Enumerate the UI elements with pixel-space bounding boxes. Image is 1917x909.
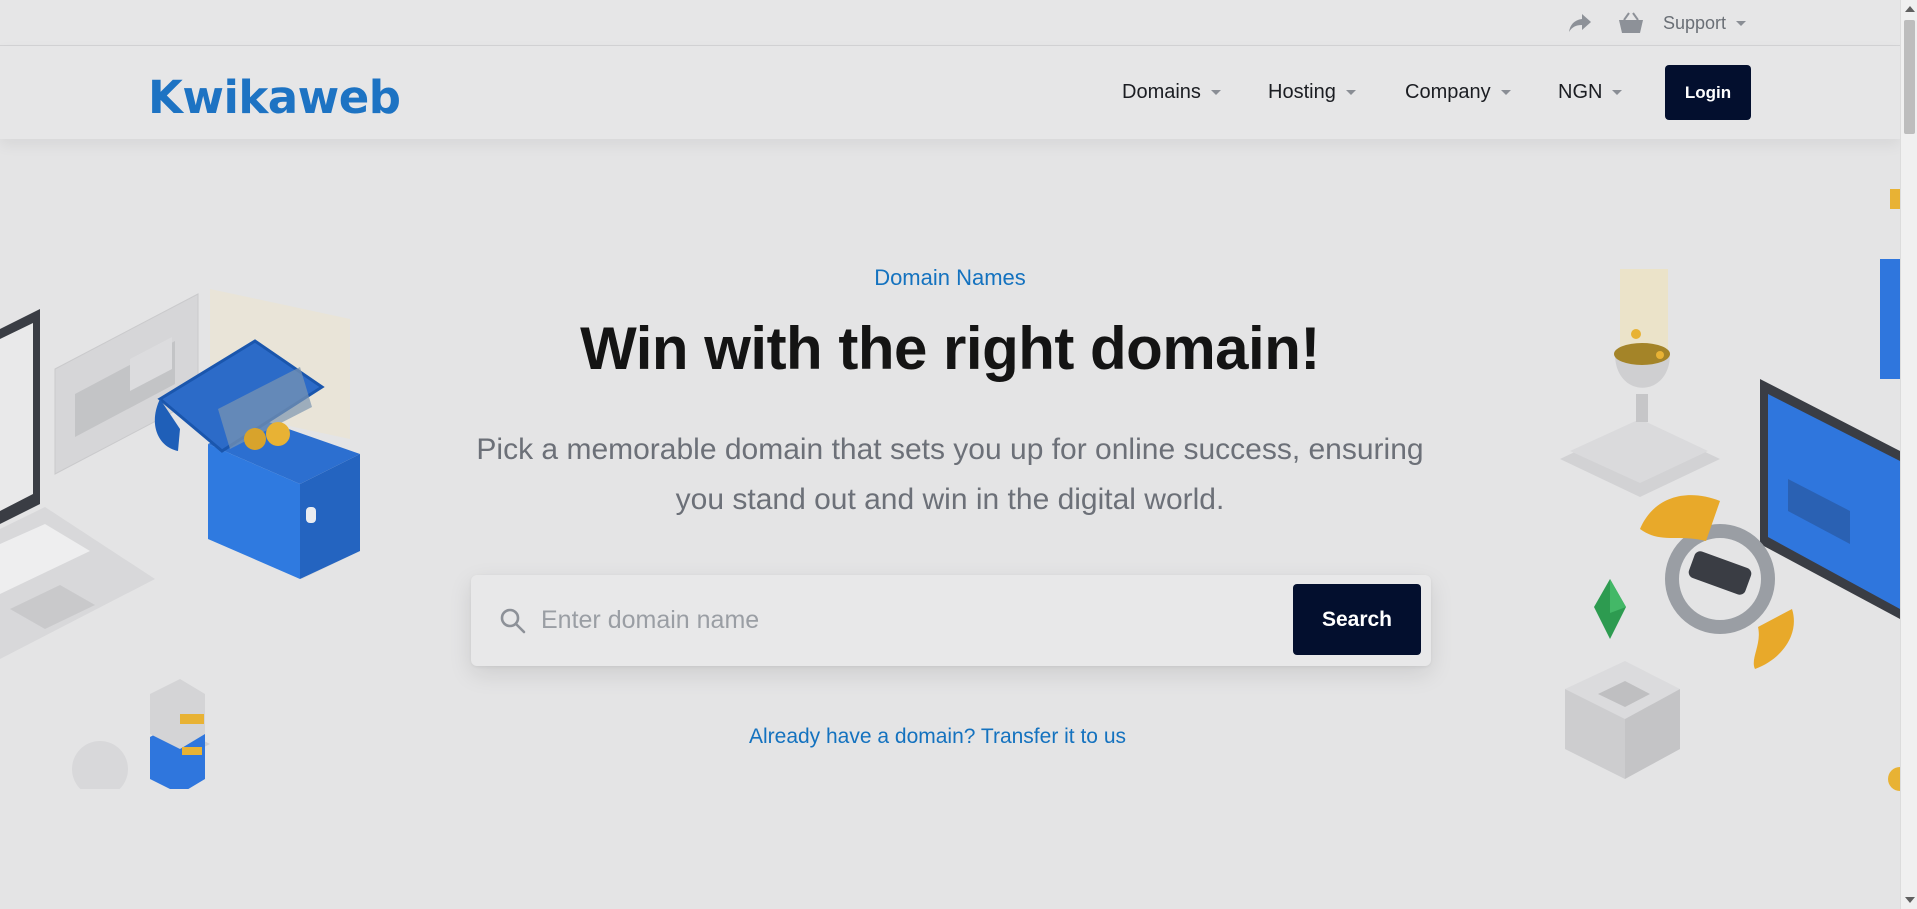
domain-search-box: Search	[471, 575, 1431, 666]
support-menu[interactable]: Support	[1663, 0, 1747, 46]
page-scrollbar[interactable]	[1900, 0, 1917, 909]
nav-company[interactable]: Company	[1405, 46, 1511, 139]
chevron-down-icon	[1736, 20, 1747, 26]
search-button[interactable]: Search	[1293, 584, 1421, 655]
nav-label: Hosting	[1268, 81, 1336, 103]
trophy-icon	[1560, 269, 1720, 497]
share-arrow-icon	[1569, 14, 1591, 32]
cart-button[interactable]	[1617, 0, 1645, 46]
chevron-down-icon	[1345, 90, 1356, 95]
nav-label: Domains	[1122, 81, 1201, 103]
logo[interactable]: Kwikaweb	[148, 64, 401, 124]
chevron-down-icon	[1612, 90, 1623, 95]
login-button[interactable]: Login	[1665, 65, 1751, 120]
cube-icon	[1565, 661, 1680, 779]
section-eyebrow: Domain Names	[874, 265, 1026, 290]
domain-search-input[interactable]	[541, 593, 1241, 648]
scroll-thumb[interactable]	[1904, 20, 1915, 134]
utility-bar: Support	[0, 0, 1900, 46]
monitor-icon	[1760, 189, 1900, 619]
support-label: Support	[1663, 12, 1727, 33]
nav-hosting[interactable]: Hosting	[1268, 46, 1356, 139]
nav-label: Company	[1405, 81, 1491, 103]
page-title: Win with the right domain!	[580, 315, 1320, 382]
main-header: Kwikaweb Domains Hosting Company NGN Log…	[0, 46, 1900, 139]
share-button[interactable]	[1566, 0, 1594, 46]
scroll-down-arrow-icon[interactable]	[1905, 897, 1915, 903]
nav-domains[interactable]: Domains	[1122, 46, 1221, 139]
hero-subtext: Pick a memorable domain that sets you up…	[476, 433, 1424, 516]
shopping-basket-icon	[1619, 12, 1643, 33]
nav-label: NGN	[1558, 81, 1603, 103]
search-icon	[500, 608, 526, 634]
chevron-down-icon	[1210, 90, 1221, 95]
transfer-domain-link[interactable]: Already have a domain? Transfer it to us	[0, 725, 1875, 749]
crystal-icon	[1594, 579, 1626, 639]
logo-text: Kwikaweb	[148, 71, 401, 124]
nav-currency[interactable]: NGN	[1558, 46, 1623, 139]
page: Support Kwikaweb Domains Hosting Company…	[0, 0, 1900, 909]
scroll-up-arrow-icon[interactable]	[1905, 6, 1915, 12]
chevron-down-icon	[1500, 90, 1511, 95]
hero-section: Domain Names Win with the right domain! …	[0, 139, 1900, 909]
